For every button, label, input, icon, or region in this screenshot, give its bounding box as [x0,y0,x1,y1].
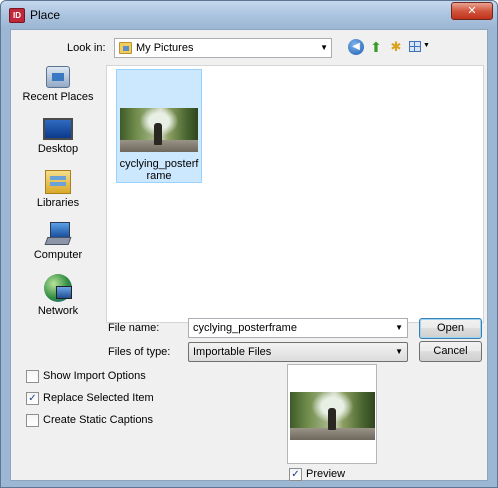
computer-icon [44,222,72,246]
file-list[interactable]: cyclying_posterframe [106,65,484,323]
file-type-value: Importable Files [193,346,272,358]
create-static-captions-label: Create Static Captions [43,414,154,426]
file-type-dropdown[interactable]: Importable Files ▼ [188,342,408,362]
show-import-options-label: Show Import Options [43,370,146,382]
file-thumbnail [120,108,198,152]
place-label: Recent Places [22,91,94,103]
place-label: Network [37,305,79,317]
show-import-options-checkbox[interactable] [26,370,39,383]
look-in-dropdown[interactable]: My Pictures ▼ [114,38,332,58]
chevron-down-icon[interactable]: ▼ [395,347,403,356]
place-libraries[interactable]: Libraries [14,170,102,209]
preview-checkbox[interactable]: ✓ [289,468,302,481]
title-bar[interactable]: ID Place ✕ [1,1,497,29]
chevron-down-icon[interactable]: ▼ [395,323,403,332]
recent-places-icon [46,66,70,88]
up-folder-icon[interactable]: ⬆ [368,39,384,55]
network-icon [44,274,72,302]
file-type-label: Files of type: [108,346,171,358]
preview-label: Preview [306,468,346,480]
place-dialog: ID Place ✕ Look in: My Pictures ▼ ◀ ⬆ ✱ … [0,0,498,488]
preview-pane [287,364,377,464]
place-label: Computer [33,249,83,261]
replace-selected-item-checkbox[interactable]: ✓ [26,392,39,405]
chevron-down-icon[interactable]: ▼ [320,43,328,52]
new-folder-icon[interactable]: ✱ [388,39,404,55]
preview-thumbnail [290,392,375,440]
file-name-value: cyclying_posterframe [193,322,297,334]
place-recent-places[interactable]: Recent Places [14,66,102,103]
place-computer[interactable]: Computer [14,222,102,261]
dialog-body: Look in: My Pictures ▼ ◀ ⬆ ✱ ▼ Recent Pl… [10,29,488,481]
open-button[interactable]: Open [419,318,482,339]
close-button[interactable]: ✕ [451,2,493,20]
place-label: Desktop [37,143,79,155]
file-name: cyclying_posterframe [119,158,199,182]
libraries-icon [45,170,71,194]
indesign-app-icon: ID [9,8,25,23]
views-menu-icon[interactable]: ▼ [409,39,431,55]
back-icon[interactable]: ◀ [348,39,364,55]
dialog-title: Place [30,8,61,22]
place-network[interactable]: Network [14,274,102,317]
replace-selected-item-label: Replace Selected Item [43,392,154,404]
look-in-label: Look in: [67,42,106,54]
places-bar: Recent Places Desktop Libraries Computer… [14,66,102,326]
look-in-value: My Pictures [136,42,194,54]
file-name-field[interactable]: cyclying_posterframe ▼ [188,318,408,338]
pictures-folder-icon [119,42,132,54]
place-desktop[interactable]: Desktop [14,118,102,155]
cancel-button[interactable]: Cancel [419,341,482,362]
desktop-icon [43,118,73,140]
file-name-label: File name: [108,322,160,334]
create-static-captions-checkbox[interactable] [26,414,39,427]
file-item[interactable]: cyclying_posterframe [116,69,202,183]
place-label: Libraries [36,197,80,209]
